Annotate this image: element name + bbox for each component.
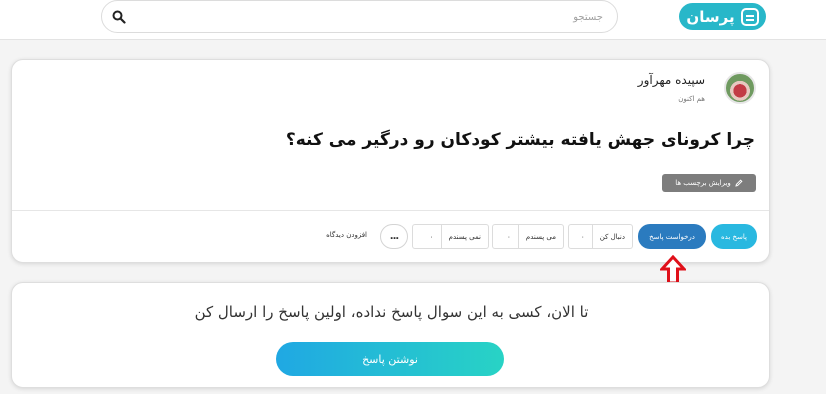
answer-button[interactable]: پاسخ بده — [711, 224, 757, 249]
dislike-label: نمی پسندم — [448, 232, 481, 241]
add-comment-link[interactable]: افزودن دیدگاه — [326, 231, 367, 239]
answer-button-label: پاسخ بده — [721, 232, 747, 241]
logo-icon — [740, 7, 759, 26]
dislike-count: ۰ — [423, 225, 442, 248]
follow-label: دنبال کن — [599, 232, 625, 241]
divider — [12, 210, 769, 211]
avatar[interactable] — [724, 72, 756, 104]
logo-text: پرسان — [686, 7, 735, 26]
search-icon[interactable] — [112, 10, 126, 24]
site-logo[interactable]: پرسان — [679, 3, 766, 30]
request-answer-button[interactable]: درخواست پاسخ — [638, 224, 706, 249]
edit-tags-button[interactable]: ویرایش برچسب ها — [662, 174, 756, 192]
like-button[interactable]: می پسندم ۰ — [492, 224, 564, 249]
follow-button[interactable]: دنبال کن ۰ — [568, 224, 633, 249]
like-label: می پسندم — [525, 232, 556, 241]
post-time: هم اکنون — [678, 95, 705, 103]
request-answer-label: درخواست پاسخ — [649, 232, 695, 241]
no-answers-message: تا الان، کسی به این سوال پاسخ نداده، اول… — [194, 303, 589, 321]
top-bar: پرسان — [0, 0, 826, 40]
write-answer-button[interactable]: نوشتن پاسخ — [276, 342, 504, 376]
empty-answers-card: تا الان، کسی به این سوال پاسخ نداده، اول… — [11, 282, 770, 388]
dislike-button[interactable]: نمی پسندم ۰ — [412, 224, 489, 249]
edit-tags-label: ویرایش برچسب ها — [675, 179, 731, 187]
more-options-button[interactable]: ... — [380, 224, 408, 249]
search-bar — [101, 0, 618, 33]
follow-count: ۰ — [574, 225, 593, 248]
question-card: سپیده مهرآور هم اکنون چرا کرونای جهش یاف… — [11, 59, 770, 263]
search-input[interactable] — [163, 9, 603, 25]
author-name[interactable]: سپیده مهرآور — [638, 73, 705, 87]
annotation-arrow-icon — [660, 255, 686, 285]
like-count: ۰ — [500, 225, 519, 248]
pencil-icon — [735, 179, 743, 187]
question-title: چرا کرونای جهش یافته بیشتر کودکان رو درگ… — [285, 130, 755, 150]
write-answer-label: نوشتن پاسخ — [362, 352, 418, 366]
